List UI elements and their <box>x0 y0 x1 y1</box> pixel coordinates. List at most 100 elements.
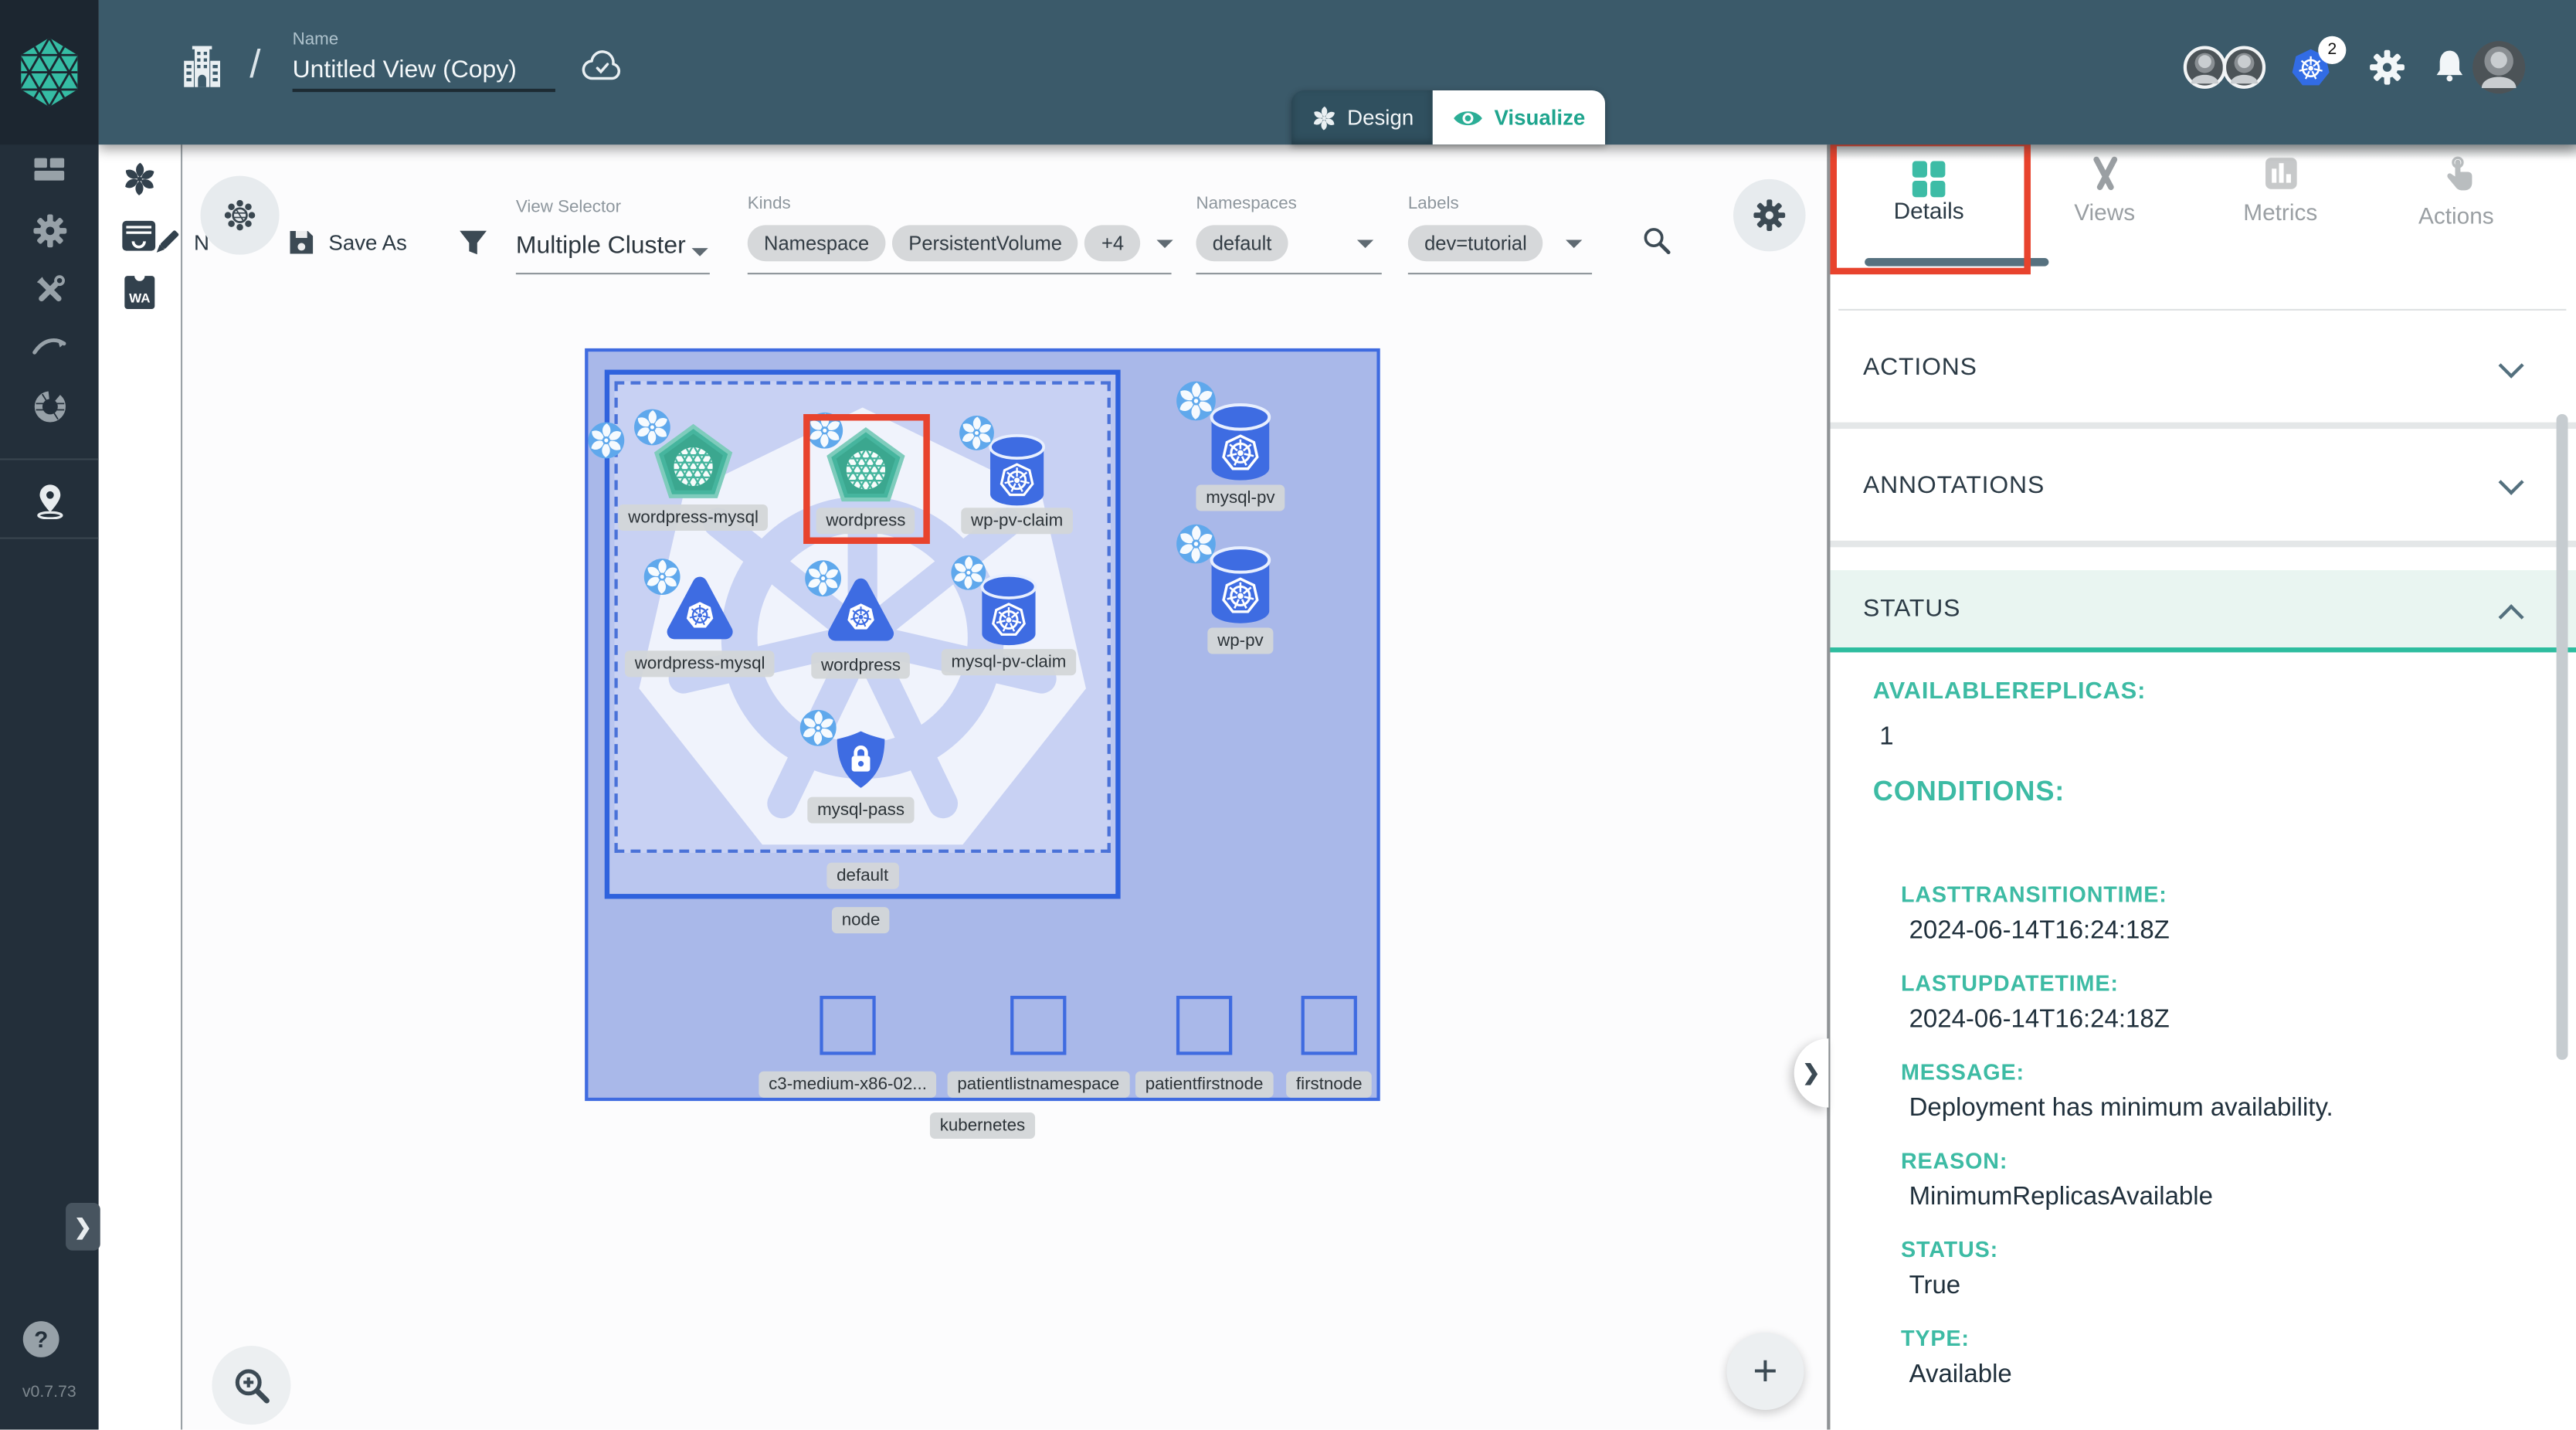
chevron-down-icon <box>691 248 708 256</box>
labels-filter[interactable]: Labels dev=tutorial <box>1408 194 1592 274</box>
sidebar-item-extensions[interactable] <box>0 378 99 433</box>
settings-gear-icon[interactable] <box>2369 49 2405 93</box>
save-as-icon[interactable] <box>287 229 315 265</box>
sidebar-item-lifecycle[interactable] <box>0 202 99 258</box>
tab-metrics[interactable]: Metrics <box>2207 156 2354 225</box>
lasttransitiontime-value: 2024-06-14T16:24:18Z <box>1909 917 2170 946</box>
meshery-badge-icon <box>1175 522 1217 565</box>
meshery-badge-icon <box>949 554 987 592</box>
panel-divider <box>1827 144 1829 1429</box>
namespaces-filter[interactable]: Namespaces default <box>1196 194 1381 274</box>
kinds-filter[interactable]: Kinds Namespace PersistentVolume +4 <box>748 194 1173 274</box>
lastupdatetime-label: LASTUPDATETIME: <box>1901 971 2119 996</box>
type-label: TYPE: <box>1901 1326 1970 1350</box>
sidebar-item-configuration[interactable] <box>0 261 99 317</box>
tools-icon <box>32 272 66 307</box>
canvas-settings-button[interactable] <box>1733 179 1806 252</box>
status-label: STATUS: <box>1901 1238 1998 1262</box>
plus-icon: + <box>1753 1346 1777 1397</box>
edit-pencil-icon[interactable] <box>150 225 185 267</box>
reason-label: REASON: <box>1901 1149 2008 1174</box>
view-selector[interactable]: View Selector Multiple Cluster <box>516 197 710 274</box>
meshery-badge-icon <box>586 421 626 460</box>
accordion-actions[interactable]: ACTIONS <box>1828 312 2576 423</box>
meshery-badge-icon <box>1175 379 1217 422</box>
view-name-group: Name <box>293 29 555 92</box>
canvas-node-wordpress-mysql-app[interactable]: wordpress-mysql <box>649 421 738 510</box>
details-panel: Details Views Metrics Actions ACTIONS AN… <box>1828 144 2576 1429</box>
canvas-node-wordpress-deployment[interactable]: wordpress <box>820 572 901 654</box>
tab-design[interactable]: Design <box>1291 90 1434 144</box>
canvas-node-host[interactable]: firstnode <box>1302 996 1357 1055</box>
accordion-annotations[interactable]: ANNOTATIONS <box>1828 429 2576 541</box>
chevron-down-icon <box>1566 239 1583 247</box>
canvas-node-mysql-pv[interactable]: mysql-pv <box>1204 399 1277 488</box>
canvas-node-mysql-pv-claim[interactable]: mysql-pv-claim <box>976 570 1041 652</box>
conditions-label: CONDITIONS: <box>1873 776 2065 809</box>
namespaces-label: Namespaces <box>1196 194 1381 214</box>
namespace-chip[interactable]: default <box>1196 225 1288 261</box>
kanvas-flower-icon[interactable] <box>121 161 158 205</box>
meshery-logo[interactable] <box>0 0 99 144</box>
annotation-box-wordpress <box>803 414 930 544</box>
canvas-node-wp-pv-claim[interactable]: wp-pv-claim <box>984 430 1050 512</box>
collaborator-avatar[interactable] <box>2184 46 2226 89</box>
view-name-underline <box>293 89 555 92</box>
secondary-rail: WA <box>99 144 181 1429</box>
kind-chip[interactable]: PersistentVolume <box>892 225 1078 261</box>
type-value: Available <box>1909 1360 2012 1390</box>
message-value: Deployment has minimum availability. <box>1909 1095 2333 1124</box>
kanvas-dots-icon <box>223 199 256 232</box>
help-button[interactable]: ? <box>23 1321 59 1357</box>
search-icon[interactable] <box>1641 225 1672 264</box>
tab-views[interactable]: Views <box>2031 156 2178 225</box>
canvas-area: N Save As View Selector Multiple Cluster… <box>181 144 1827 1429</box>
sidebar-item-kanvas[interactable] <box>0 471 99 527</box>
add-node-button[interactable]: + <box>1726 1333 1804 1410</box>
canvas-node-wordpress-mysql-deployment[interactable]: wordpress-mysql <box>659 570 741 652</box>
wasm-filter-icon[interactable]: WA <box>121 273 158 321</box>
user-avatar[interactable] <box>2472 41 2525 93</box>
canvas-node-host[interactable]: patientfirstnode <box>1176 996 1232 1055</box>
kind-chip-more[interactable]: +4 <box>1085 225 1141 261</box>
save-as-button[interactable]: Save As <box>328 230 406 255</box>
canvas-node-host[interactable]: patientlistnamespace <box>1010 996 1066 1055</box>
collaborator-avatar[interactable] <box>2223 46 2265 89</box>
sidebar-expand-button[interactable]: ❯ <box>66 1203 100 1251</box>
zoom-button[interactable] <box>212 1346 290 1425</box>
canvas-node-wp-pv[interactable]: wp-pv <box>1204 542 1277 631</box>
labels-label: Labels <box>1408 194 1592 214</box>
view-selector-value: Multiple Cluster <box>516 232 687 260</box>
cluster-label: kubernetes <box>930 1112 1035 1139</box>
label-chip[interactable]: dev=tutorial <box>1408 225 1543 261</box>
filter-funnel-icon[interactable] <box>458 227 487 265</box>
performance-swoosh-icon <box>31 331 67 360</box>
message-label: MESSAGE: <box>1901 1060 2024 1085</box>
tab-visualize[interactable]: Visualize <box>1434 90 1605 144</box>
kind-chip[interactable]: Namespace <box>748 225 886 261</box>
meshery-badge-icon <box>633 407 672 447</box>
new-button-hover[interactable] <box>200 176 279 255</box>
screenshot-root: / Name Design Visualize <box>0 0 2576 1430</box>
canvas-node-mysql-pass-secret[interactable]: mysql-pass <box>825 725 898 797</box>
views-branch-icon <box>2087 156 2122 191</box>
visualize-eye-icon <box>1453 106 1484 129</box>
gear-icon <box>1753 199 1787 232</box>
organization-building-icon[interactable] <box>181 46 223 97</box>
sidebar-divider <box>0 538 99 539</box>
view-selector-label: View Selector <box>516 197 710 217</box>
left-sidebar: ❯ ? v0.7.73 <box>0 0 99 1429</box>
tab-visualize-label: Visualize <box>1494 105 1585 130</box>
availablereplicas-value: 1 <box>1879 723 1893 752</box>
design-flower-icon <box>1311 104 1337 131</box>
panel-scrollbar[interactable] <box>2557 414 2568 1060</box>
sidebar-item-performance[interactable] <box>0 318 99 373</box>
lastupdatetime-value: 2024-06-14T16:24:18Z <box>1909 1006 2170 1035</box>
view-name-input[interactable] <box>293 56 552 83</box>
sidebar-item-dashboard[interactable] <box>0 141 99 197</box>
breadcrumb-separator: / <box>249 42 260 89</box>
notifications-bell-icon[interactable] <box>2432 48 2468 92</box>
accordion-status[interactable]: STATUS <box>1828 570 2576 652</box>
tab-actions[interactable]: Actions <box>2382 156 2530 229</box>
canvas-node-host[interactable]: c3-medium-x86-02... <box>820 996 875 1055</box>
